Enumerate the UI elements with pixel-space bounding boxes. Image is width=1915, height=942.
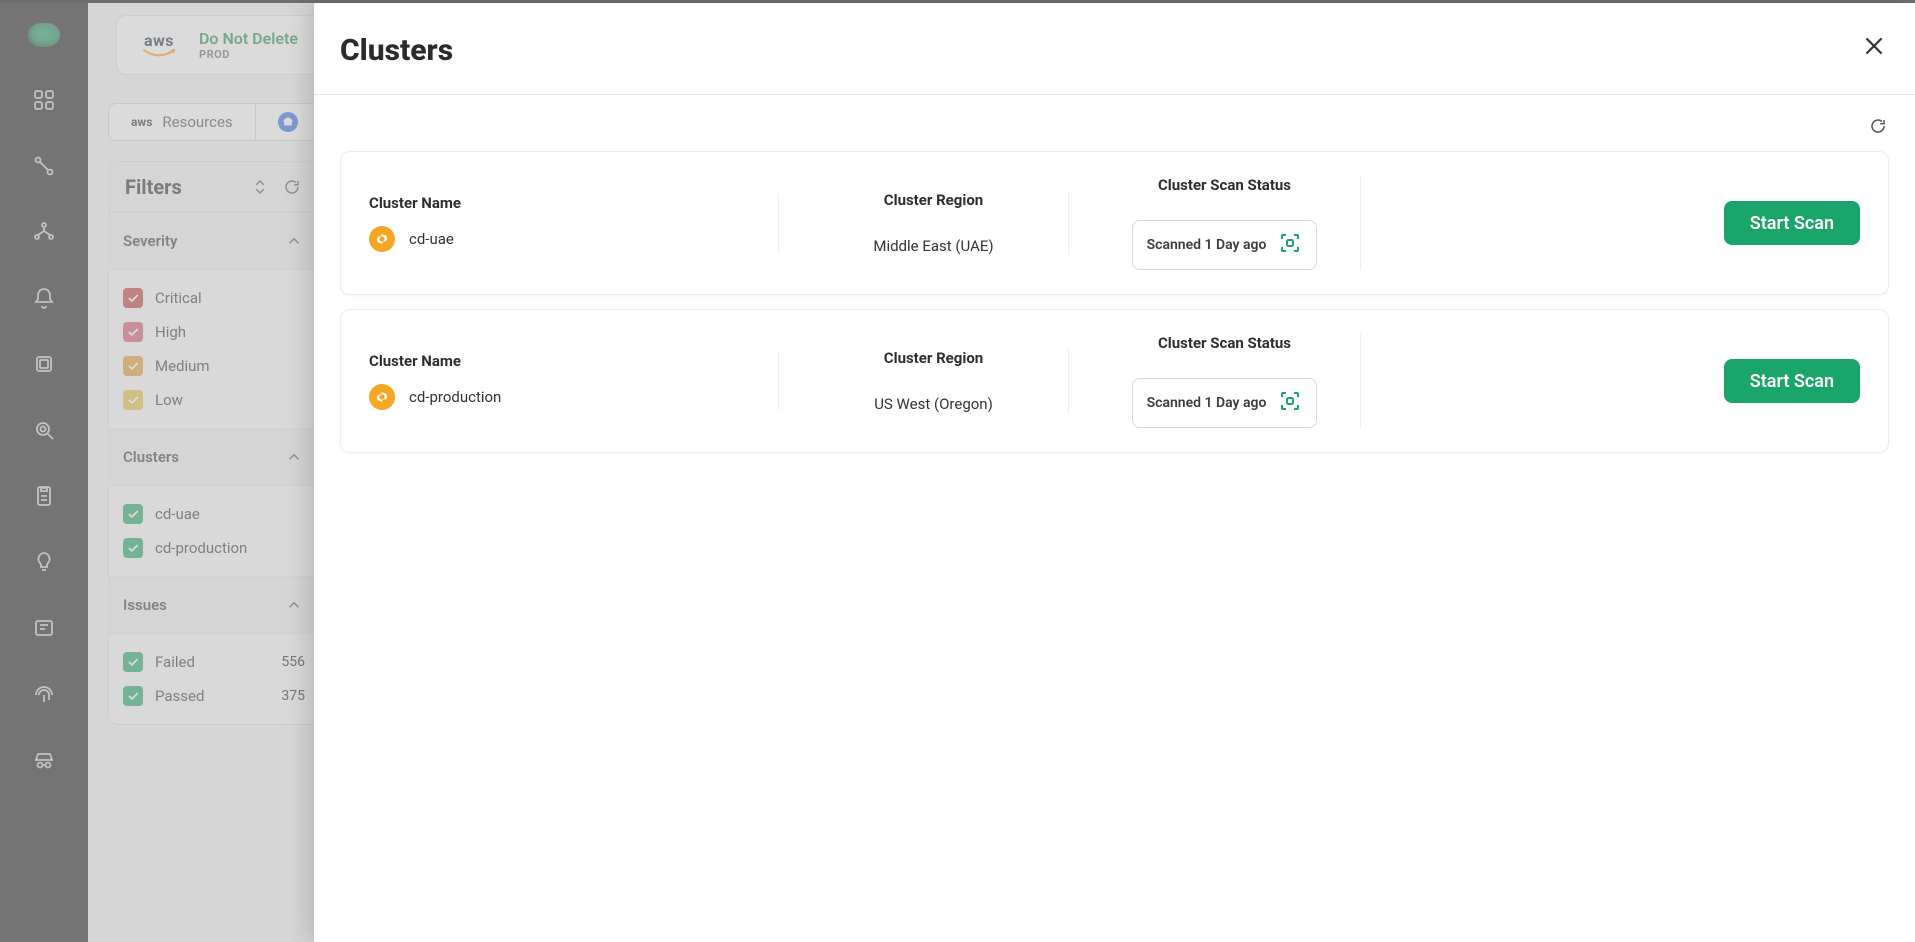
scan-status-box[interactable]: Scanned 1 Day ago bbox=[1132, 220, 1318, 270]
refresh-button[interactable] bbox=[1867, 115, 1889, 137]
cluster-gear-icon bbox=[369, 384, 395, 410]
clusters-drawer: Clusters Cluster Name cd-uae Cluster Reg… bbox=[314, 3, 1915, 942]
close-button[interactable] bbox=[1861, 33, 1889, 61]
cluster-gear-icon bbox=[369, 226, 395, 252]
scan-status-box[interactable]: Scanned 1 Day ago bbox=[1132, 378, 1318, 428]
col-header-region: Cluster Region bbox=[884, 191, 983, 209]
col-header-status: Cluster Scan Status bbox=[1158, 334, 1291, 352]
scan-focus-icon bbox=[1278, 389, 1302, 417]
cluster-name: cd-uae bbox=[409, 230, 454, 248]
start-scan-button[interactable]: Start Scan bbox=[1724, 359, 1860, 403]
start-scan-button[interactable]: Start Scan bbox=[1724, 201, 1860, 245]
cluster-region: US West (Oregon) bbox=[874, 395, 993, 413]
col-header-status: Cluster Scan Status bbox=[1158, 176, 1291, 194]
cluster-region: Middle East (UAE) bbox=[873, 237, 993, 255]
col-header-name: Cluster Name bbox=[369, 194, 778, 212]
col-header-region: Cluster Region bbox=[884, 349, 983, 367]
scan-focus-icon bbox=[1278, 231, 1302, 259]
col-header-name: Cluster Name bbox=[369, 352, 778, 370]
cluster-name: cd-production bbox=[409, 388, 501, 406]
cluster-card: Cluster Name cd-production Cluster Regio… bbox=[340, 309, 1889, 453]
scan-status-text: Scanned 1 Day ago bbox=[1147, 395, 1267, 411]
cluster-card: Cluster Name cd-uae Cluster Region Middl… bbox=[340, 151, 1889, 295]
modal-title: Clusters bbox=[340, 33, 453, 68]
scan-status-text: Scanned 1 Day ago bbox=[1147, 237, 1267, 253]
